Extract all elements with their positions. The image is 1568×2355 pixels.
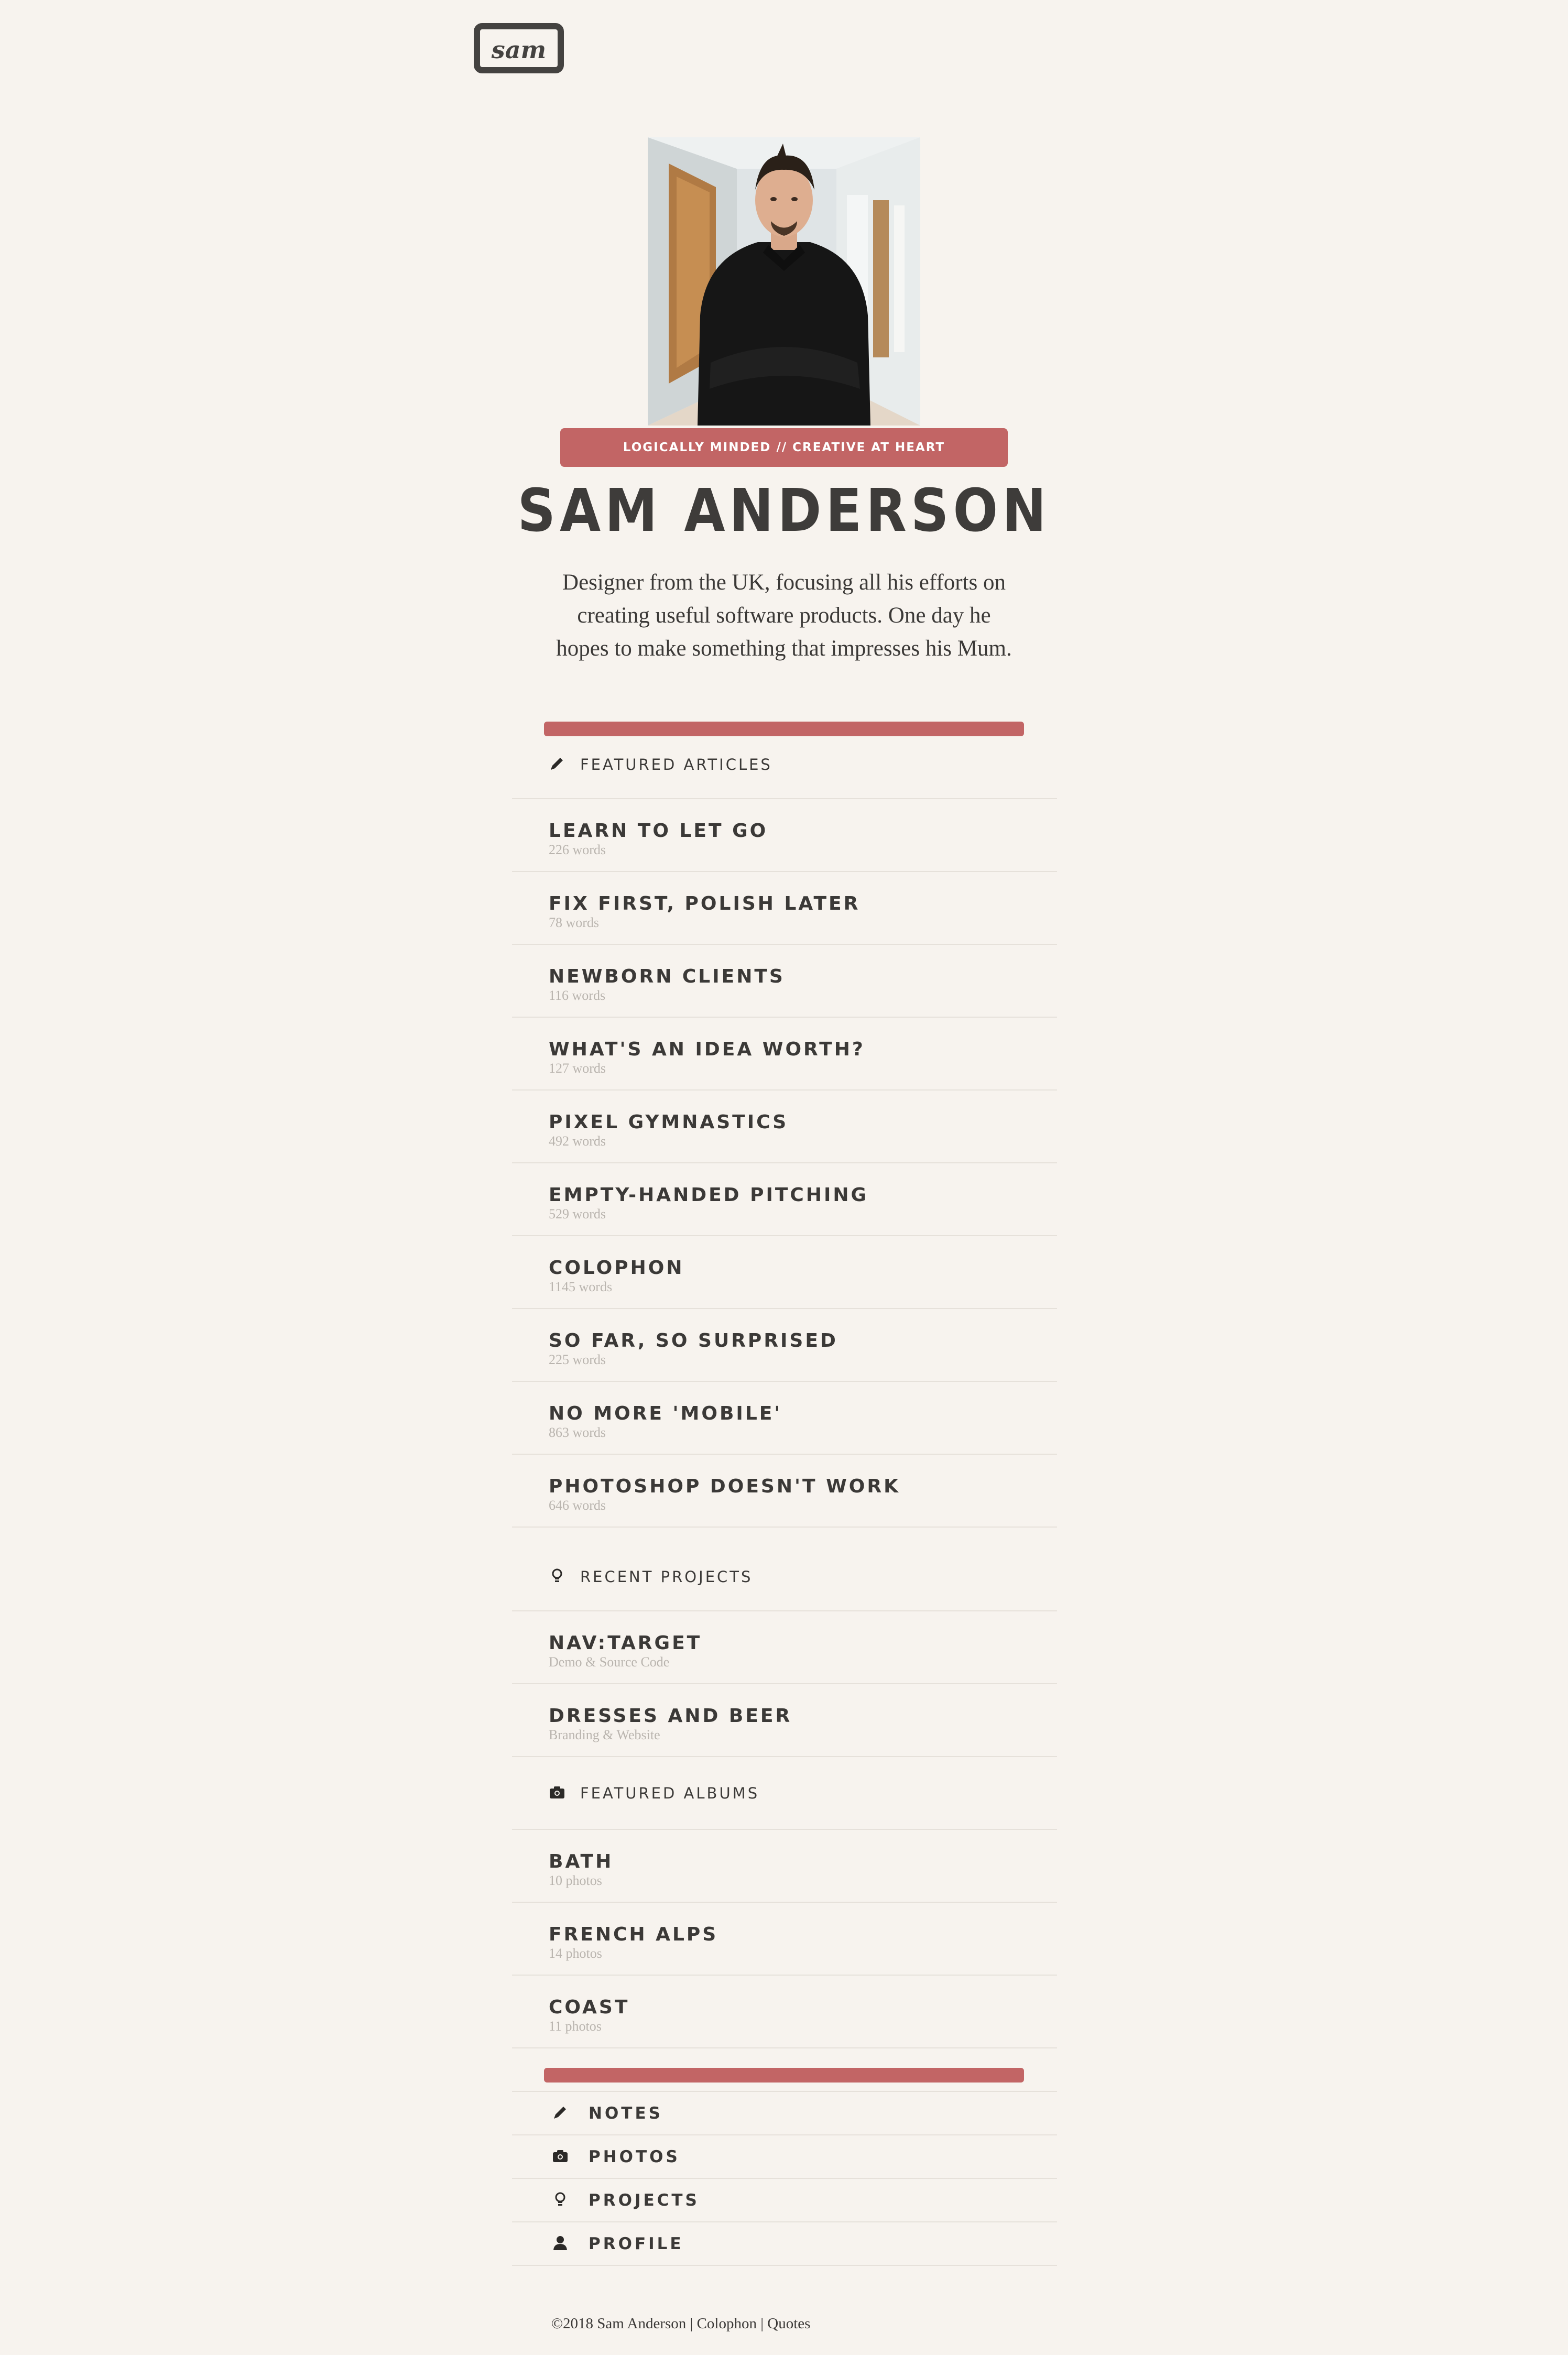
lightbulb-icon [552,2191,571,2210]
article-word-count: 226 words [549,842,606,857]
list-item[interactable]: BATH 10 photos [512,1830,1057,1903]
camera-icon [552,2147,571,2166]
project-description: Demo & Source Code [549,1654,670,1670]
featured-articles-heading: FEATURED ARTICLES [512,731,1057,799]
article-word-count: 863 words [549,1425,606,1440]
list-item[interactable]: COAST 11 photos [512,1976,1057,2048]
list-item[interactable]: FRENCH ALPS 14 photos [512,1903,1057,1976]
list-item[interactable]: NAV:TARGET Demo & Source Code [512,1611,1057,1684]
list-item[interactable]: COLOPHON 1145 words [512,1236,1057,1309]
article-title: SO FAR, SO SURPRISED [549,1330,838,1351]
colophon-link[interactable]: Colophon [697,2315,757,2332]
nav-item-profile[interactable]: PROFILE [512,2222,1057,2266]
article-title: WHAT'S AN IDEA WORTH? [549,1039,865,1060]
footer-separator: | [690,2315,693,2332]
list-item[interactable]: SO FAR, SO SURPRISED 225 words [512,1309,1057,1382]
album-photo-count: 10 photos [549,1873,602,1888]
logo-text: sam [491,36,547,64]
list-item[interactable]: LEARN TO LET GO 226 words [512,799,1057,872]
footer-separator: | [760,2315,764,2332]
footer-nav: NOTES PHOTOS PROJECTS PROFILE [512,2091,1057,2266]
featured-albums-heading: FEATURED ALBUMS [512,1757,1057,1830]
album-title: FRENCH ALPS [549,1924,718,1945]
pencil-icon [549,755,568,774]
list-item[interactable]: NEWBORN CLIENTS 116 words [512,945,1057,1018]
list-item[interactable]: DRESSES AND BEER Branding & Website [512,1684,1057,1757]
list-item[interactable]: FIX FIRST, POLISH LATER 78 words [512,872,1057,945]
project-title: NAV:TARGET [549,1632,702,1654]
article-word-count: 646 words [549,1498,606,1513]
project-description: Branding & Website [549,1727,660,1742]
article-title: COLOPHON [549,1257,684,1279]
article-title: EMPTY-HANDED PITCHING [549,1184,869,1206]
footer: ©2018 Sam Anderson | Colophon | Quotes [551,2315,810,2332]
profile-photo [648,137,920,426]
portrait-illustration [648,137,920,426]
nav-item-label: PHOTOS [589,2147,680,2166]
nav-item-photos[interactable]: PHOTOS [512,2135,1057,2179]
nav-item-notes[interactable]: NOTES [512,2092,1057,2135]
pencil-icon [552,2104,571,2123]
featured-albums-heading-label: FEATURED ALBUMS [580,1784,760,1802]
article-title: NEWBORN CLIENTS [549,966,785,987]
list-item[interactable]: PIXEL GYMNASTICS 492 words [512,1091,1057,1163]
nav-item-label: PROFILE [589,2234,684,2253]
lightbulb-icon [549,1567,568,1586]
article-list: LEARN TO LET GO 226 words FIX FIRST, POLI… [512,799,1057,1528]
article-word-count: 1145 words [549,1279,613,1294]
album-photo-count: 11 photos [549,2019,602,2034]
list-item[interactable]: PHOTOSHOP DOESN'T WORK 646 words [512,1455,1057,1528]
nav-item-label: PROJECTS [589,2190,700,2210]
album-title: COAST [549,1997,630,2018]
tagline-banner: LOGICALLY MINDED // CREATIVE AT HEART [560,428,1008,467]
list-item[interactable]: EMPTY-HANDED PITCHING 529 words [512,1163,1057,1236]
nav-item-label: NOTES [589,2103,663,2123]
camera-icon [549,1784,568,1803]
project-title: DRESSES AND BEER [549,1705,792,1727]
author-link[interactable]: Sam Anderson [597,2315,686,2332]
bio-text: Designer from the UK, focusing all his e… [556,570,1012,661]
article-word-count: 78 words [549,915,600,930]
article-word-count: 116 words [549,988,606,1003]
article-word-count: 225 words [549,1352,606,1367]
page-title: SAM ANDERSON [517,477,1051,545]
article-title: PIXEL GYMNASTICS [549,1111,789,1133]
article-title: LEARN TO LET GO [549,820,768,842]
featured-articles-section: FEATURED ARTICLES LEARN TO LET GO 226 wor… [512,731,1057,2048]
album-title: BATH [549,1851,614,1872]
list-item[interactable]: WHAT'S AN IDEA WORTH? 127 words [512,1018,1057,1091]
logo-link[interactable]: sam [474,23,564,73]
copyright: ©2018 [551,2315,594,2332]
article-word-count: 529 words [549,1206,606,1222]
quotes-link[interactable]: Quotes [767,2315,810,2332]
article-word-count: 127 words [549,1061,606,1076]
article-title: NO MORE 'MOBILE' [549,1403,782,1424]
recent-projects-heading-label: RECENT PROJECTS [580,1568,753,1586]
nav-item-projects[interactable]: PROJECTS [512,2179,1057,2222]
album-photo-count: 14 photos [549,1946,602,1961]
article-word-count: 492 words [549,1133,606,1149]
article-title: FIX FIRST, POLISH LATER [549,893,861,914]
featured-articles-heading-label: FEATURED ARTICLES [580,756,772,773]
divider-bar [544,2068,1024,2083]
list-item[interactable]: NO MORE 'MOBILE' 863 words [512,1382,1057,1455]
article-title: PHOTOSHOP DOESN'T WORK [549,1476,901,1497]
recent-projects-heading: RECENT PROJECTS [512,1528,1057,1611]
person-icon [552,2234,571,2253]
